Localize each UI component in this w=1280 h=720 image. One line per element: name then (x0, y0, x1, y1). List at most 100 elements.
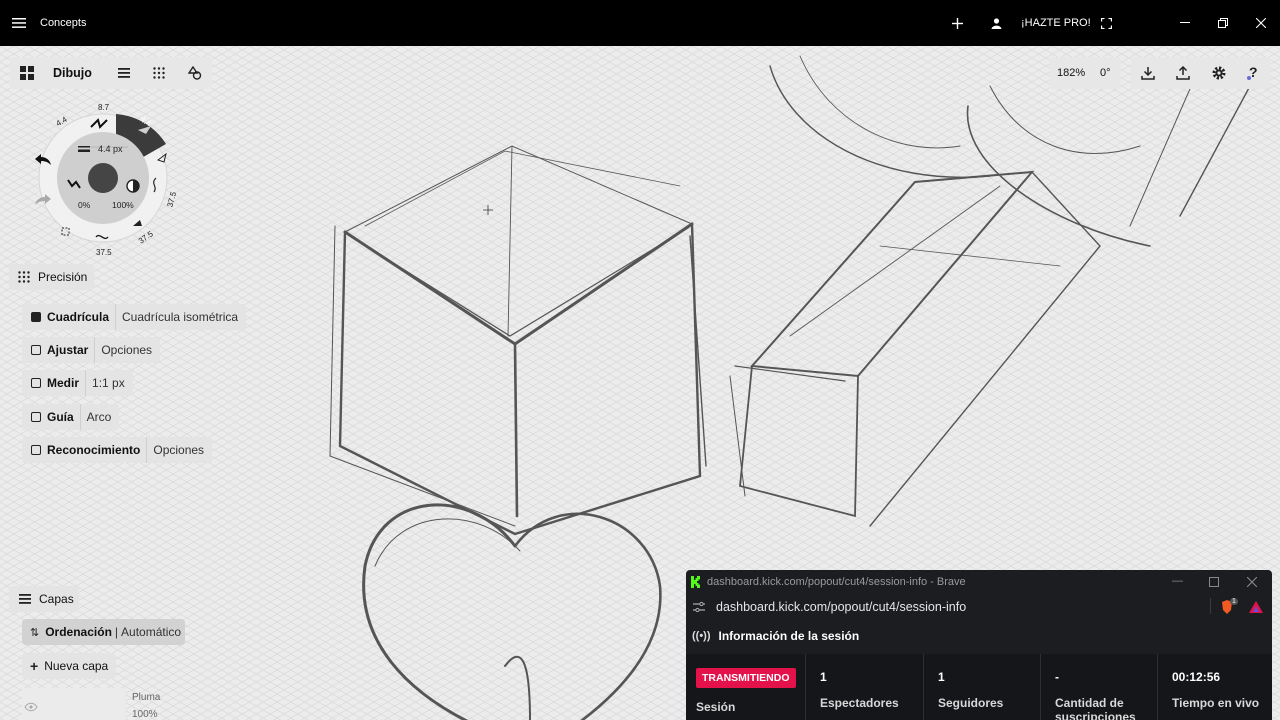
pencil-icon (156, 152, 167, 163)
redo-icon[interactable] (29, 186, 57, 214)
viewers-value: 1 (820, 670, 827, 684)
session-header: ((•)) Información de la sesión (686, 621, 1272, 651)
followers-label: Seguidores (938, 696, 1004, 710)
layer-sort-control[interactable]: ⇅ Ordenación | Automático (22, 619, 185, 645)
sort-arrows-icon: ⇅ (30, 626, 40, 639)
airbrush-icon (138, 126, 151, 134)
layers-title: Capas (39, 592, 74, 606)
go-pro-button[interactable]: ¡HAZTE PRO! (1021, 0, 1091, 46)
browser-popup-window: dashboard.kick.com/popout/cut4/session-i… (686, 570, 1272, 720)
user-icon[interactable] (985, 0, 1007, 46)
close-icon[interactable] (1250, 0, 1272, 46)
url-text[interactable]: dashboard.kick.com/popout/cut4/session-i… (716, 600, 966, 614)
minimize-icon[interactable] (1174, 0, 1196, 46)
measure-checkbox[interactable] (31, 378, 41, 388)
live-time-card: 00:12:56 Tiempo en vivo (1158, 654, 1272, 720)
fullscreen-icon[interactable] (1095, 0, 1117, 46)
address-divider (1210, 598, 1211, 614)
download-icon[interactable] (1134, 59, 1162, 87)
sort-label: Ordenación (45, 625, 112, 639)
shapes-icon[interactable] (181, 59, 209, 87)
live-status-badge: TRANSMITIENDO (696, 668, 796, 688)
layer-thumbnail[interactable] (22, 688, 126, 720)
wheel-icons (61, 118, 167, 240)
brush-tool-icon (67, 179, 81, 189)
dots-grid-icon[interactable] (145, 59, 173, 87)
precision-dots-icon (18, 271, 30, 283)
brave-rewards-icon[interactable] (1249, 601, 1263, 613)
sort-value: Automático (121, 625, 182, 639)
brush-size-icon (78, 149, 90, 152)
precision-row-grid[interactable]: Cuadrícula Cuadrícula isométrica (22, 304, 247, 330)
status-card-label: Sesión (696, 700, 736, 714)
new-layer-button[interactable]: + Nueva capa (22, 653, 116, 679)
guide-checkbox[interactable] (31, 412, 41, 422)
subscriptions-card: - Cantidad de suscripciones (1041, 654, 1158, 720)
guide-value[interactable]: Arco (79, 404, 120, 430)
measure-value[interactable]: 1:1 px (85, 370, 133, 396)
pen-stroke-icon (90, 118, 108, 129)
stats-row: TRANSMITIENDO Sesión 1 Espectadores 1 Se… (686, 654, 1272, 720)
precision-row-guide[interactable]: Guía Arco (22, 404, 120, 430)
recognition-checkbox[interactable] (31, 445, 41, 455)
marker-icon (133, 220, 142, 226)
snap-label: Ajustar (47, 343, 89, 357)
hamburger-menu-icon[interactable] (6, 0, 32, 46)
zoom-level[interactable]: 182% (1057, 67, 1085, 79)
precision-header[interactable]: Precisión (9, 264, 94, 290)
plus-icon: + (30, 658, 39, 674)
popup-window-title: dashboard.kick.com/popout/cut4/session-i… (707, 575, 966, 588)
subscriptions-value: - (1055, 670, 1059, 684)
grid-label: Cuadrícula (47, 310, 110, 324)
menu-icon[interactable] (110, 59, 138, 87)
followers-value: 1 (938, 670, 945, 684)
followers-card: 1 Seguidores (924, 654, 1041, 720)
grid-checkbox[interactable] (31, 312, 41, 322)
shield-badge: 1 (1230, 598, 1238, 605)
rotation-angle[interactable]: 0° (1100, 67, 1111, 79)
live-time-value: 00:12:56 (1172, 670, 1221, 684)
site-settings-icon[interactable] (692, 601, 706, 613)
popup-close-icon[interactable] (1247, 577, 1257, 587)
precision-row-measure[interactable]: Medir 1:1 px (22, 370, 133, 396)
title-bar: Concepts ¡HAZTE PRO! (0, 0, 1280, 46)
plus-icon[interactable] (946, 0, 968, 46)
layer-name: Pluma (132, 692, 161, 703)
sort-separator: | (114, 625, 119, 639)
undo-icon[interactable] (29, 146, 57, 174)
mode-label[interactable]: Dibujo (53, 66, 92, 80)
restore-icon[interactable] (1212, 0, 1234, 46)
grid-value[interactable]: Cuadrícula isométrica (115, 304, 246, 330)
session-title: Información de la sesión (718, 629, 860, 643)
subscriptions-label: Cantidad de suscripciones (1055, 696, 1136, 720)
guide-label: Guía (47, 410, 74, 424)
popup-maximize-icon[interactable] (1209, 577, 1219, 587)
snap-value[interactable]: Opciones (94, 337, 160, 363)
help-icon[interactable]: ? (1239, 59, 1267, 87)
select-icon (61, 227, 70, 236)
new-layer-label: Nueva capa (44, 659, 109, 673)
viewers-label: Espectadores (820, 696, 899, 710)
recognition-value[interactable]: Opciones (146, 437, 212, 463)
kick-logo-icon (691, 575, 700, 588)
status-card: TRANSMITIENDO Sesión (686, 654, 806, 720)
tool-wheel[interactable]: 8.7 4.4 4.4 37.5 37.5 37.5 4.4 px 0% 100… (38, 100, 184, 257)
precision-row-snap[interactable]: Ajustar Opciones (22, 337, 161, 363)
snap-checkbox[interactable] (31, 345, 41, 355)
precision-row-recognition[interactable]: Reconocimiento Opciones (22, 437, 213, 463)
layers-header[interactable]: Capas (9, 586, 79, 612)
layer-opacity: 100% (132, 709, 158, 720)
gallery-grid-icon[interactable] (13, 59, 41, 87)
viewers-card: 1 Espectadores (806, 654, 924, 720)
eye-icon[interactable] (24, 702, 38, 712)
broadcast-icon: ((•)) (692, 630, 711, 642)
gear-icon[interactable] (1205, 59, 1233, 87)
live-time-label: Tiempo en vivo (1172, 696, 1260, 710)
layers-icon (19, 594, 31, 604)
squiggle-icon (153, 177, 157, 193)
recognition-label: Reconocimiento (47, 443, 141, 457)
popup-minimize-icon[interactable]: — (1172, 575, 1183, 587)
upload-icon[interactable] (1169, 59, 1197, 87)
address-bar[interactable]: dashboard.kick.com/popout/cut4/session-i… (686, 593, 1272, 621)
precision-title: Precisión (38, 270, 88, 284)
